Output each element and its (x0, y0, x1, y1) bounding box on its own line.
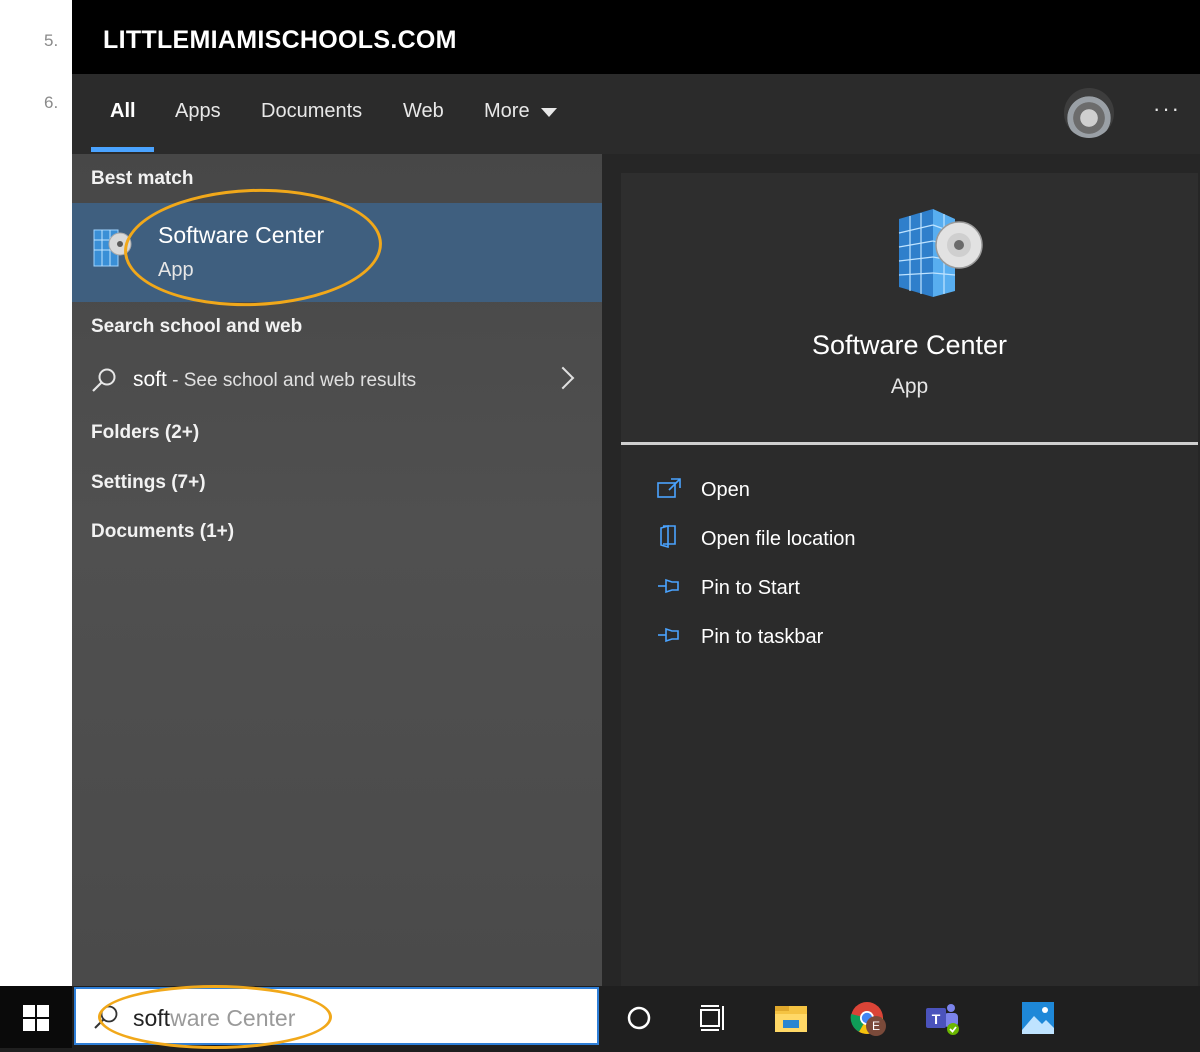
step-number-6: 6. (44, 93, 59, 112)
web-search-query: soft (133, 368, 167, 391)
pin-to-taskbar-action[interactable]: Pin to taskbar (701, 626, 823, 649)
detail-actions-panel (621, 445, 1198, 986)
step-number-5: 5. (44, 31, 59, 50)
documents-category[interactable]: Documents (1+) (91, 521, 234, 543)
detail-divider (621, 442, 1198, 445)
pin-icon (658, 578, 679, 594)
search-icon (92, 368, 116, 392)
detail-subtitle: App (890, 375, 929, 398)
teams-icon[interactable]: T (924, 1000, 960, 1036)
tab-documents[interactable]: Documents (261, 100, 362, 123)
best-match-heading: Best match (91, 168, 194, 189)
tab-web[interactable]: Web (403, 100, 444, 123)
folder-location-icon (660, 524, 676, 548)
photos-icon[interactable] (1020, 1000, 1056, 1036)
windows-logo-icon (23, 1005, 49, 1031)
open-icon (657, 478, 681, 498)
tab-all[interactable]: All (110, 100, 136, 123)
search-scope-bar (72, 74, 1200, 154)
file-explorer-icon[interactable] (773, 1000, 809, 1036)
pin-to-start-action[interactable]: Pin to Start (701, 577, 800, 600)
settings-category[interactable]: Settings (7+) (91, 472, 206, 494)
search-web-heading: Search school and web (91, 316, 303, 337)
active-tab-indicator (91, 147, 154, 152)
task-view-icon[interactable] (695, 1000, 731, 1036)
cortana-icon[interactable] (621, 1000, 657, 1036)
pin-icon (658, 627, 679, 643)
web-search-result[interactable]: soft - See school and web results (133, 368, 416, 392)
open-action[interactable]: Open (701, 479, 750, 502)
chevron-down-icon[interactable] (541, 108, 557, 117)
svg-text:T: T (932, 1011, 941, 1027)
more-options-button[interactable]: ··· (1153, 96, 1181, 122)
tab-more[interactable]: More (484, 100, 530, 123)
folders-category[interactable]: Folders (2+) (91, 422, 199, 444)
open-file-location-action[interactable]: Open file location (701, 528, 856, 551)
brand-title: LITTLEMIAMISCHOOLS.COM (103, 26, 457, 54)
web-search-hint: - See school and web results (166, 370, 417, 391)
chrome-profile-badge: E (866, 1016, 886, 1036)
tab-apps[interactable]: Apps (175, 100, 221, 123)
avatar[interactable] (1064, 88, 1114, 138)
software-center-large-icon (898, 209, 983, 297)
detail-title: Software Center (811, 330, 1008, 360)
annotation-highlight-search (98, 985, 332, 1049)
